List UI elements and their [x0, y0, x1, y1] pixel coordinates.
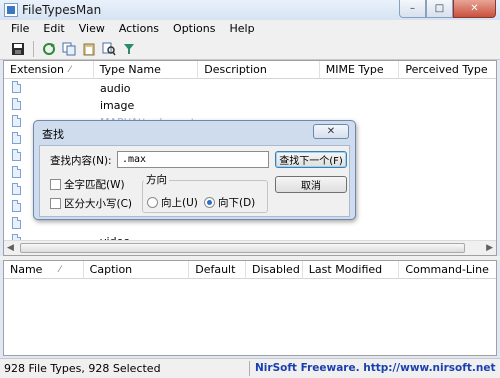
column-default[interactable]: Default: [189, 261, 247, 279]
window-title: FileTypesMan: [22, 3, 102, 17]
checkbox-label: 全字匹配(W): [64, 179, 125, 191]
menu-edit[interactable]: Edit: [36, 21, 71, 37]
cancel-button[interactable]: 取消: [275, 176, 347, 193]
file-icon: [12, 132, 21, 144]
column-mime-type[interactable]: MIME Type: [320, 61, 400, 79]
find-icon[interactable]: [101, 41, 117, 57]
radio-label: 向上(U): [161, 197, 198, 209]
radio-circle-selected[interactable]: [204, 197, 215, 208]
radio-label: 向下(D): [218, 197, 256, 209]
find-dialog: 查找 ✕ 查找内容(N): .max 查找下一个(F) 取消 全字匹配(W) 区…: [33, 120, 356, 220]
file-icon: [12, 98, 21, 110]
paste-icon[interactable]: [81, 41, 97, 57]
match-case-checkbox[interactable]: 区分大小写(C): [50, 196, 132, 211]
list-header: Name ⁄ Caption Default Disabled Last Mod…: [4, 261, 496, 279]
nirsoft-link[interactable]: NirSoft Freeware. http://www.nirsoft.net: [255, 362, 495, 374]
status-bar: 928 File Types, 928 Selected NirSoft Fre…: [0, 358, 500, 378]
column-extension[interactable]: Extension ⁄: [4, 61, 94, 79]
file-icon: [12, 149, 21, 161]
find-what-label: 查找内容(N):: [50, 155, 112, 167]
scroll-left-icon[interactable]: ◀: [7, 243, 14, 253]
table-row[interactable]: image: [4, 97, 496, 114]
horizontal-scrollbar[interactable]: ◀ ▶: [4, 240, 496, 255]
menu-view[interactable]: View: [72, 21, 112, 37]
menu-help[interactable]: Help: [222, 21, 261, 37]
find-next-button[interactable]: 查找下一个(F): [275, 151, 347, 168]
window-controls: – □ ✕: [399, 0, 496, 19]
status-count: 928 File Types, 928 Selected: [4, 362, 161, 375]
column-label: Extension: [10, 63, 65, 76]
file-icon: [12, 217, 21, 229]
file-icon: [12, 200, 21, 212]
match-whole-word-checkbox[interactable]: 全字匹配(W): [50, 177, 125, 192]
minimize-button[interactable]: –: [399, 0, 426, 18]
list-header: Extension ⁄ Type Name Description MIME T…: [4, 61, 496, 79]
scroll-right-icon[interactable]: ▶: [486, 243, 493, 253]
menu-actions[interactable]: Actions: [112, 21, 166, 37]
refresh-icon[interactable]: [41, 41, 57, 57]
copy-icon[interactable]: [61, 41, 77, 57]
app-icon: [4, 3, 18, 17]
menu-bar: File Edit View Actions Options Help: [0, 20, 500, 38]
save-icon[interactable]: [10, 41, 26, 57]
toolbar-separator: [33, 40, 34, 57]
toolbar: [0, 38, 500, 60]
column-perceived-type[interactable]: Perceived Type: [399, 61, 496, 79]
column-disabled[interactable]: Disabled: [246, 261, 303, 279]
column-type-name[interactable]: Type Name: [94, 61, 199, 79]
title-bar: FileTypesMan – □ ✕: [0, 0, 500, 20]
app-window: FileTypesMan – □ ✕ File Edit View Action…: [0, 0, 500, 378]
direction-label: 方向: [144, 172, 169, 187]
column-description[interactable]: Description: [198, 61, 320, 79]
actions-list[interactable]: Name ⁄ Caption Default Disabled Last Mod…: [3, 260, 497, 356]
find-what-input[interactable]: .max: [117, 151, 269, 168]
file-icon: [12, 81, 21, 93]
menu-options[interactable]: Options: [166, 21, 222, 37]
table-row[interactable]: audio: [4, 80, 496, 97]
column-command-line[interactable]: Command-Line: [399, 261, 496, 279]
maximize-button[interactable]: □: [426, 0, 453, 18]
status-divider: [249, 361, 250, 376]
close-button[interactable]: ✕: [453, 0, 496, 18]
dialog-title: 查找: [42, 128, 64, 141]
checkbox-box[interactable]: [50, 198, 61, 209]
radio-circle[interactable]: [147, 197, 158, 208]
scrollbar-thumb[interactable]: [20, 243, 465, 253]
dialog-body: 查找内容(N): .max 查找下一个(F) 取消 全字匹配(W) 区分大小写(…: [39, 145, 350, 217]
direction-down-radio[interactable]: 向下(D): [204, 195, 255, 210]
file-icon: [12, 183, 21, 195]
filter-icon[interactable]: [121, 41, 137, 57]
type-name: image: [100, 99, 135, 112]
menu-file[interactable]: File: [4, 21, 36, 37]
checkbox-label: 区分大小写(C): [64, 198, 133, 210]
column-label: Name: [10, 263, 43, 276]
direction-up-radio[interactable]: 向上(U): [147, 195, 198, 210]
dialog-close-button[interactable]: ✕: [313, 124, 349, 139]
file-icon: [12, 166, 21, 178]
file-icon: [12, 115, 21, 127]
column-caption[interactable]: Caption: [84, 261, 190, 279]
type-name: audio: [100, 82, 131, 95]
sort-arrow-icon: ⁄: [69, 65, 71, 75]
checkbox-box[interactable]: [50, 179, 61, 190]
column-last-modified[interactable]: Last Modified: [303, 261, 400, 279]
column-name[interactable]: Name ⁄: [4, 261, 84, 279]
sort-arrow-icon: ⁄: [59, 265, 61, 275]
